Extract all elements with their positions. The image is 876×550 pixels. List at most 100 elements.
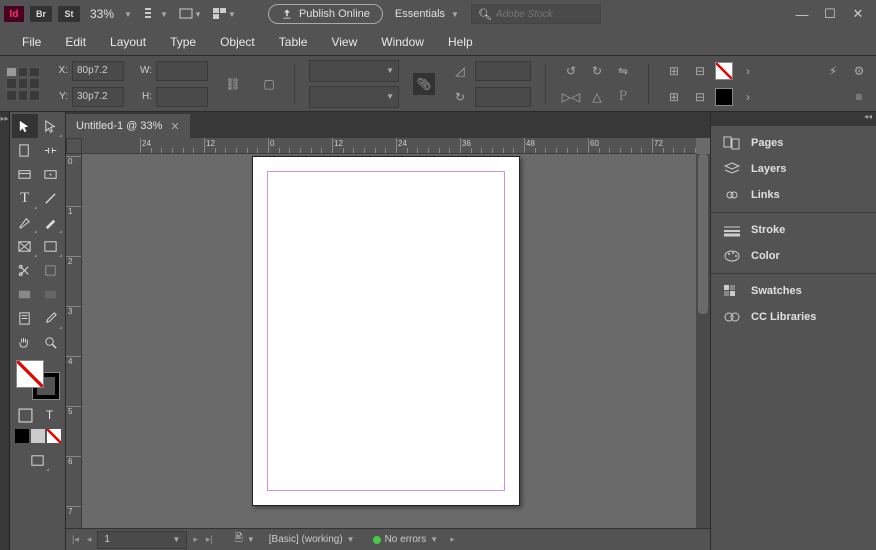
apply-black[interactable] xyxy=(15,429,29,443)
document-tab[interactable]: Untitled-1 @ 33% ✕ xyxy=(66,114,190,138)
panel-links[interactable]: Links xyxy=(711,182,876,208)
zoom-tool[interactable] xyxy=(38,330,64,354)
panel-stroke[interactable]: Stroke xyxy=(711,217,876,243)
gradient-feather-tool[interactable] xyxy=(38,282,64,306)
align-icon-1[interactable]: ⊞ xyxy=(663,60,685,82)
maximize-button[interactable]: ☐ xyxy=(816,4,844,24)
ruler-horizontal[interactable]: 24120122436486072 xyxy=(82,138,696,154)
minimize-button[interactable]: — xyxy=(788,4,816,24)
free-transform-tool[interactable] xyxy=(38,258,64,282)
format-container-icon[interactable] xyxy=(16,406,36,424)
ruler-vertical[interactable]: 01234567 xyxy=(66,154,82,528)
distribute-icon-1[interactable]: ⊞ xyxy=(663,86,685,108)
stock-badge[interactable]: St xyxy=(58,6,80,22)
menu-type[interactable]: Type xyxy=(158,31,208,53)
line-tool[interactable] xyxy=(38,186,64,210)
panel-layers[interactable]: Layers xyxy=(711,156,876,182)
direct-selection-tool[interactable] xyxy=(38,114,64,138)
fill-dropdown[interactable]: ▼ xyxy=(309,60,399,82)
canvas[interactable] xyxy=(82,154,696,528)
rotate-ccw-icon[interactable]: ↺ xyxy=(560,60,582,82)
panel-collapse-strip-left[interactable]: ▸▸ xyxy=(0,112,10,550)
flip-icon[interactable]: ⇋ xyxy=(612,60,634,82)
y-field[interactable]: 30p7.2 xyxy=(72,87,124,107)
constrain-link-icon[interactable]: ⛓︎ xyxy=(222,73,244,95)
type-tool[interactable]: T xyxy=(12,186,38,210)
panel-color[interactable]: Color xyxy=(711,243,876,269)
close-button[interactable]: ✕ xyxy=(844,4,872,24)
menu-window[interactable]: Window xyxy=(369,31,436,53)
more-icon[interactable]: › xyxy=(737,60,759,82)
zoom-select[interactable]: 33% ▼ xyxy=(86,5,136,23)
flip-v-icon[interactable]: △ xyxy=(586,86,608,108)
page[interactable] xyxy=(252,156,520,506)
more-icon[interactable]: › xyxy=(737,86,759,108)
align-icon-2[interactable]: ⊟ xyxy=(689,60,711,82)
shear-icon[interactable]: ◿ xyxy=(449,60,471,82)
menu-layout[interactable]: Layout xyxy=(98,31,158,53)
content-placer-tool[interactable] xyxy=(38,162,64,186)
eyedropper-tool[interactable] xyxy=(38,306,64,330)
gap-tool[interactable] xyxy=(38,138,64,162)
attachment-icon[interactable]: 📎︎ xyxy=(413,73,435,95)
menu-file[interactable]: File xyxy=(10,31,53,53)
rotate-cw-icon[interactable]: ↻ xyxy=(586,60,608,82)
quick-apply-icon[interactable]: ⚡︎ xyxy=(822,60,844,82)
flip-h-icon[interactable]: ▷◁ xyxy=(560,86,582,108)
scissors-tool[interactable] xyxy=(12,258,38,282)
page-prev-icon[interactable]: ◂ xyxy=(85,534,94,545)
bridge-badge[interactable]: Br xyxy=(30,6,52,22)
view-options-icon[interactable]: ▼ xyxy=(142,3,170,25)
apply-none[interactable] xyxy=(47,429,61,443)
fill-box[interactable] xyxy=(16,360,44,388)
fill-stroke-control[interactable] xyxy=(14,358,62,402)
gradient-swatch-tool[interactable] xyxy=(12,282,38,306)
scrollbar-vertical[interactable] xyxy=(696,154,710,528)
close-tab-icon[interactable]: ✕ xyxy=(170,120,179,133)
menu-view[interactable]: View xyxy=(319,31,369,53)
stroke-dropdown[interactable]: ▼ xyxy=(309,86,399,108)
workspace-select[interactable]: Essentials ▼ xyxy=(389,8,465,20)
panel-pages[interactable]: Pages xyxy=(711,130,876,156)
stock-search[interactable]: 🔍︎ xyxy=(471,4,601,24)
scroll-thumb[interactable] xyxy=(698,154,708,314)
panel-swatches[interactable]: Swatches xyxy=(711,278,876,304)
stroke-swatch[interactable] xyxy=(715,88,733,106)
fill-swatch[interactable] xyxy=(715,62,733,80)
chevron-down-icon[interactable]: ▼ xyxy=(430,535,438,544)
panel-cc-libraries[interactable]: CC Libraries xyxy=(711,304,876,330)
reference-point-grid[interactable] xyxy=(6,67,40,101)
format-text-icon[interactable]: T xyxy=(40,406,60,424)
shear-field[interactable] xyxy=(475,61,531,81)
page-field[interactable]: 1 ▼ xyxy=(97,531,187,549)
scale-icon[interactable]: ▢ xyxy=(258,73,280,95)
note-tool[interactable] xyxy=(12,306,38,330)
menu-icon[interactable]: ≡ xyxy=(848,86,870,108)
rectangle-frame-tool[interactable] xyxy=(12,234,38,258)
apply-gradient[interactable] xyxy=(31,429,45,443)
view-mode-icon[interactable] xyxy=(26,448,50,472)
p-icon[interactable]: P xyxy=(612,86,634,108)
distribute-icon-2[interactable]: ⊟ xyxy=(689,86,711,108)
menu-object[interactable]: Object xyxy=(208,31,267,53)
hand-tool[interactable] xyxy=(12,330,38,354)
ruler-origin[interactable] xyxy=(66,138,82,154)
publish-online-button[interactable]: Publish Online xyxy=(268,4,383,24)
rotate-field[interactable] xyxy=(475,87,531,107)
stock-search-input[interactable] xyxy=(496,9,596,20)
x-field[interactable]: 80p7.2 xyxy=(72,61,124,81)
w-field[interactable] xyxy=(156,61,208,81)
h-field[interactable] xyxy=(156,87,208,107)
expand-icon[interactable]: ▸ xyxy=(448,534,457,545)
page-last-icon[interactable]: ▸| xyxy=(204,534,215,545)
rectangle-tool[interactable] xyxy=(38,234,64,258)
arrange-icon[interactable]: ▼ xyxy=(210,3,238,25)
page-tool[interactable] xyxy=(12,138,38,162)
rotate-icon[interactable]: ↻ xyxy=(449,86,471,108)
settings-icon[interactable]: ⚙︎ xyxy=(848,60,870,82)
menu-edit[interactable]: Edit xyxy=(53,31,98,53)
master-page-icon[interactable]: 🖹︎ xyxy=(235,531,243,548)
menu-table[interactable]: Table xyxy=(267,31,320,53)
pen-tool[interactable] xyxy=(12,210,38,234)
selection-tool[interactable] xyxy=(12,114,38,138)
